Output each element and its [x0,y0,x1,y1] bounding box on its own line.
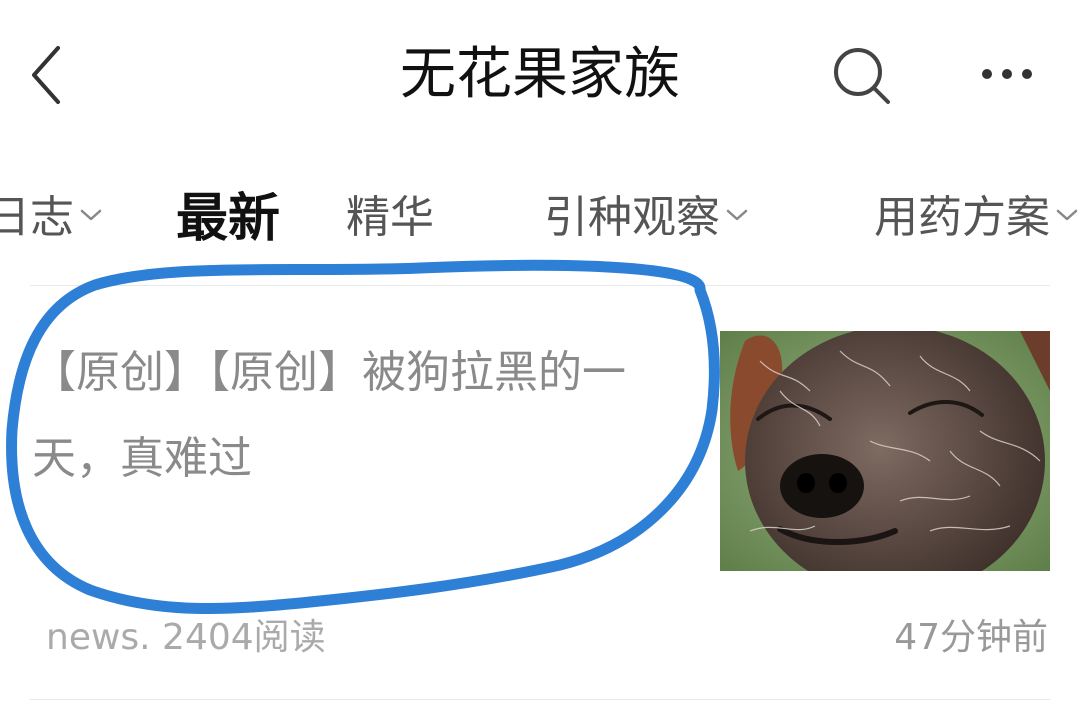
post-thumbnail[interactable] [720,331,1050,571]
page-title: 无花果家族 [400,42,680,107]
tab-label: 日志 [0,192,74,243]
tab-latest[interactable]: 最新 [176,168,280,258]
category-tabs: 日志 最新 精华 引种观察 用药方案 [0,168,1080,258]
tab-pesticide-plan[interactable]: 用药方案 [874,168,1078,258]
search-button[interactable] [826,40,896,110]
tab-label: 最新 [176,188,281,249]
post-timestamp: 47分钟前 [894,617,1048,658]
tab-label: 引种观察 [544,192,720,243]
divider [30,699,1050,700]
chevron-down-icon [80,209,102,221]
tab-label: 用药方案 [874,192,1050,243]
tab-label: 精华 [346,192,434,243]
tab-featured[interactable]: 精华 [346,168,434,258]
more-button[interactable] [972,52,1042,96]
more-horizontal-icon [982,69,1032,79]
dog-photo [720,331,1050,571]
chevron-down-icon [1056,209,1078,221]
post-title[interactable]: 【原创】【原创】被狗拉黑的一天，真难过 [32,330,682,502]
post-read-count: news. 2404阅读 [46,617,326,658]
top-bar: 无花果家族 [0,0,1080,150]
search-icon [834,48,890,104]
divider [30,285,1050,286]
back-button[interactable] [22,40,78,110]
chevron-left-icon [32,46,60,104]
tab-introduction-observation[interactable]: 引种观察 [544,168,748,258]
tab-journal[interactable]: 日志 [0,168,102,258]
chevron-down-icon [726,209,748,221]
